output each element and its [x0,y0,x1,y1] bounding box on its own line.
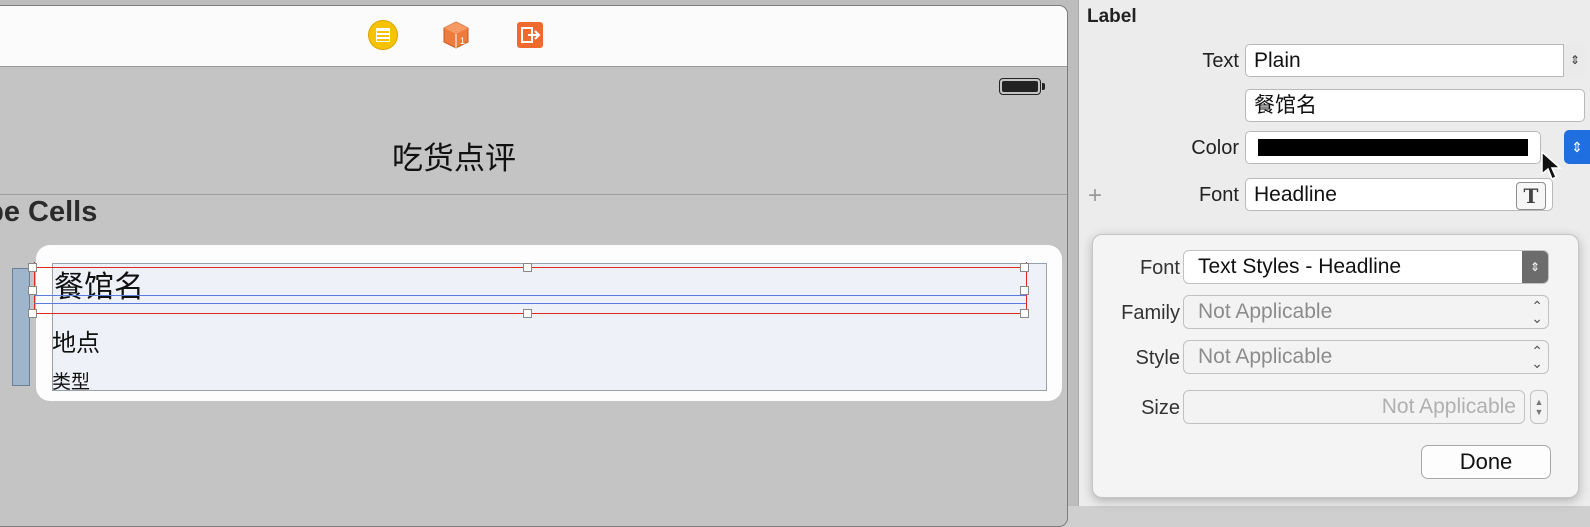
resize-handle[interactable] [1020,286,1029,295]
svg-text:1: 1 [460,36,465,46]
resize-handle[interactable] [523,309,532,318]
exit-icon[interactable] [515,20,545,50]
text-type-value: Plain [1254,49,1301,72]
nav-title[interactable]: 吃货点评 [0,133,927,178]
resize-handle[interactable] [28,309,37,318]
location-label[interactable]: 地点 [52,323,100,358]
label-text-field[interactable]: 餐馆名 [1245,89,1585,122]
popover-size-label: Size [1141,397,1180,419]
size-stepper[interactable]: ▲ ▼ [1530,390,1548,424]
chevron-updown-icon: ⌃ ⌄ [1531,298,1543,326]
plus-icon[interactable]: + [1088,182,1102,210]
color-well[interactable] [1245,131,1541,164]
label-text-value: 餐馆名 [1254,94,1317,117]
font-style-select[interactable]: Text Styles - Headline ⇕ [1183,250,1549,284]
resize-handle[interactable] [28,286,37,295]
prototype-cells-header: ype Cells [0,196,98,228]
font-popover: Font Text Styles - Headline ⇕ Family Not… [1092,234,1579,498]
family-value: Not Applicable [1198,300,1333,323]
resize-handle[interactable] [523,263,532,272]
font-field[interactable]: Headline T [1245,178,1553,211]
size-value: Not Applicable [1381,395,1516,418]
text-type-select[interactable]: Plain ⇕ [1245,44,1586,77]
storyboard-canvas[interactable]: 1 吃货点评 ype Cells 餐馆名 地点 类型 [0,0,1078,527]
type-label[interactable]: 类型 [52,367,90,394]
resize-handle[interactable] [1020,263,1029,272]
popover-style-label: Style [1135,347,1180,369]
size-field[interactable]: Not Applicable [1183,390,1525,424]
family-select[interactable]: Not Applicable ⌃ ⌄ [1183,295,1549,329]
baseline-guide [34,295,1026,296]
font-label: Font [1198,184,1239,206]
resize-handle[interactable] [28,263,37,272]
cell-content-view[interactable] [52,263,1047,391]
popover-font-label: Font [1139,257,1180,279]
style-value: Not Applicable [1198,345,1333,368]
chevron-updown-icon: ⇕ [1522,251,1548,283]
inspector-section-title: Label [1087,6,1137,27]
mouse-cursor-icon [1541,150,1562,181]
text-type-label: Text [1202,50,1239,72]
font-style-value: Text Styles - Headline [1198,255,1402,278]
resize-handle[interactable] [1020,309,1029,318]
view-controller-icon[interactable] [368,20,398,50]
font-value: Headline [1254,183,1337,206]
popover-family-label: Family [1121,302,1180,324]
navigation-bar[interactable]: 吃货点评 [0,66,1067,195]
chevron-updown-icon: ⇕ [1563,44,1586,77]
color-swatch [1258,139,1528,156]
color-dropdown-button[interactable]: ⇕ [1564,130,1590,164]
baseline-guide [34,303,1026,304]
scene-dock: 1 [0,6,1067,67]
color-label: Color [1191,137,1239,159]
done-button[interactable]: Done [1421,445,1551,479]
restaurant-name-label[interactable]: 餐馆名 [54,268,144,308]
chevron-updown-icon: ⌃ ⌄ [1531,343,1543,371]
first-responder-icon[interactable]: 1 [441,20,471,50]
style-select[interactable]: Not Applicable ⌃ ⌄ [1183,340,1549,374]
font-picker-icon[interactable]: T [1516,182,1546,210]
